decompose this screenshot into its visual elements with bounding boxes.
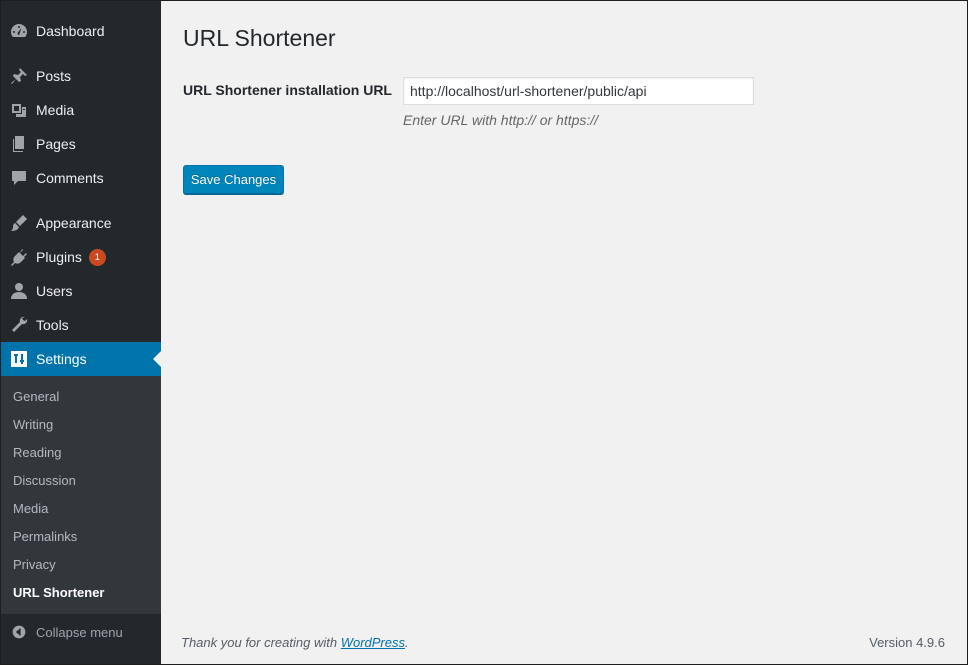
submenu-media[interactable]: Media <box>13 499 48 519</box>
wrench-icon <box>0 308 36 342</box>
menu-posts[interactable]: Posts <box>0 59 161 93</box>
plug-icon <box>0 240 36 274</box>
menu-media[interactable]: Media <box>0 93 161 127</box>
page-title: URL Shortener <box>183 25 336 51</box>
menu-label: Appearance <box>36 215 112 231</box>
collapse-icon <box>0 624 36 640</box>
settings-icon <box>0 342 36 376</box>
brush-icon <box>0 206 36 240</box>
menu-label: Plugins <box>36 249 82 265</box>
submenu-writing[interactable]: Writing <box>13 415 53 435</box>
update-count-badge: 1 <box>88 248 106 266</box>
menu-comments[interactable]: Comments <box>0 161 161 195</box>
footer-thanks-prefix: Thank you for creating with <box>181 635 341 650</box>
menu-label: Dashboard <box>36 23 105 39</box>
menu-label: Media <box>36 102 75 118</box>
user-icon <box>0 274 36 308</box>
settings-submenu: General Writing Reading Discussion Media… <box>0 376 161 614</box>
collapse-menu-button[interactable]: Collapse menu <box>0 615 161 649</box>
pages-icon <box>0 127 36 161</box>
wordpress-link[interactable]: WordPress <box>341 635 405 650</box>
submenu-privacy[interactable]: Privacy <box>13 555 56 575</box>
menu-label: Tools <box>36 317 69 333</box>
pin-icon <box>0 59 36 93</box>
menu-plugins[interactable]: Plugins 1 <box>0 240 161 274</box>
menu-label: Settings <box>36 351 87 367</box>
footer-thanks: Thank you for creating with WordPress. <box>181 635 409 650</box>
menu-users[interactable]: Users <box>0 274 161 308</box>
submenu-url-shortener[interactable]: URL Shortener <box>13 583 105 603</box>
comment-icon <box>0 161 36 195</box>
active-indicator <box>153 351 161 367</box>
menu-pages[interactable]: Pages <box>0 127 161 161</box>
footer-thanks-suffix: . <box>405 635 409 650</box>
dashboard-icon <box>0 14 36 48</box>
submenu-permalinks[interactable]: Permalinks <box>13 527 77 547</box>
menu-label: Users <box>36 283 73 299</box>
save-changes-button[interactable]: Save Changes <box>183 165 284 194</box>
menu-label: Comments <box>36 170 104 186</box>
submenu-reading[interactable]: Reading <box>13 443 61 463</box>
footer-version: Version 4.9.6 <box>869 635 945 650</box>
menu-dashboard[interactable]: Dashboard <box>0 14 161 48</box>
menu-tools[interactable]: Tools <box>0 308 161 342</box>
admin-sidebar: Dashboard Posts Media Pages Comments App… <box>0 0 161 665</box>
menu-label: Pages <box>36 136 76 152</box>
media-icon <box>0 93 36 127</box>
installation-url-input[interactable] <box>403 77 754 105</box>
main-content: URL Shortener URL Shortener installation… <box>161 0 968 665</box>
submenu-general[interactable]: General <box>13 387 59 407</box>
url-field-label: URL Shortener installation URL <box>183 82 392 98</box>
collapse-label: Collapse menu <box>36 624 123 640</box>
submenu-discussion[interactable]: Discussion <box>13 471 76 491</box>
menu-settings[interactable]: Settings <box>0 342 161 376</box>
menu-label: Posts <box>36 68 72 84</box>
menu-appearance[interactable]: Appearance <box>0 206 161 240</box>
url-field-description: Enter URL with http:// or https:// <box>403 112 599 128</box>
